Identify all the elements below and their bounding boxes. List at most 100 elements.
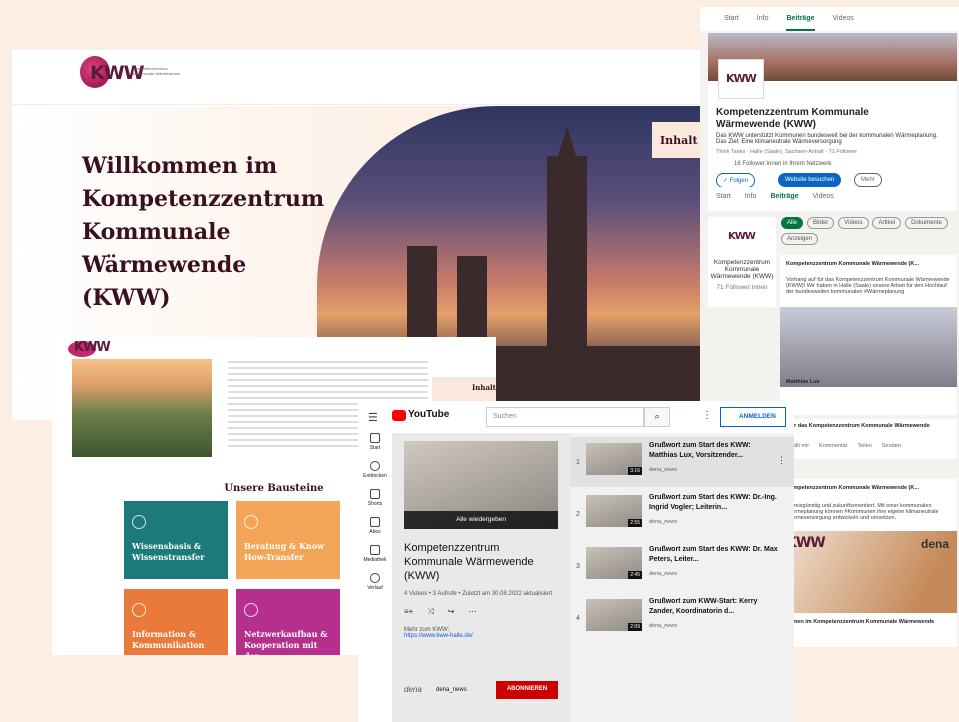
tab-info-2[interactable]: Info: [745, 193, 757, 209]
tab-videos-2[interactable]: Videos: [813, 193, 834, 209]
video-item[interactable]: 3 2:45 Grußwort zum Start des KWW: Dr. Max…: [570, 541, 794, 591]
side-company-name: Kompetenzzentrum Kommunale Wärmewende (K…: [710, 259, 774, 280]
tab-posts[interactable]: Beiträge: [786, 15, 815, 31]
aerial-photo: [72, 359, 212, 457]
linkedin-tabs: Start Info Beiträge Videos: [708, 187, 957, 209]
menu-icon[interactable]: ☰: [368, 411, 378, 424]
filter-pills: Alle Bilder Videos Artikel Dokumente Anz…: [780, 215, 957, 247]
youtube-header: ☰ YouTube Suchen ⌕ ⋮ ANMELDEN: [358, 401, 794, 433]
play-all-button[interactable]: Alle wiedergeben: [404, 511, 558, 529]
video-menu-icon[interactable]: ⋮: [777, 455, 786, 466]
nav-shorts[interactable]: Shorts: [358, 489, 392, 507]
nav-history[interactable]: Verlauf: [358, 573, 392, 591]
video-channel[interactable]: dena_news: [649, 467, 677, 473]
tab-info[interactable]: Info: [757, 15, 769, 31]
filter-images[interactable]: Bilder: [806, 217, 835, 229]
tile-icon: [244, 603, 258, 617]
playlist-thumbnail[interactable]: Alle wiedergeben: [404, 441, 558, 529]
video-item[interactable]: 2 2:55 Grußwort zum Start des KWW: Dr.-Ing…: [570, 489, 794, 539]
history-icon: [370, 573, 380, 583]
filter-all[interactable]: Alle: [781, 217, 804, 229]
video-thumbnail[interactable]: 2:55: [586, 495, 642, 527]
post2-title: komen im Kompetenzzentrum Kommunale Wärm…: [786, 619, 935, 625]
more-icon[interactable]: ⋯: [468, 607, 476, 617]
video-title[interactable]: Grußwort zum Start des KWW: Dr. Max Pete…: [649, 545, 779, 565]
post-card-1: Kompetenzzentrum Kommunale Wärmewende (K…: [780, 255, 957, 415]
channel-name[interactable]: dena_news: [436, 687, 467, 693]
company-logo-text: KWW: [726, 72, 757, 85]
compass-icon: [370, 461, 380, 471]
tab-videos[interactable]: Videos: [833, 15, 854, 31]
website-link[interactable]: https://www.kww-halle.de/: [404, 633, 558, 639]
library-icon: [370, 545, 380, 555]
site-header: KWW Kompetenzzentrum Kommunale Wärmewend…: [12, 50, 702, 105]
subpage-logo[interactable]: KWW: [74, 340, 111, 355]
channel-avatar[interactable]: dena: [404, 685, 422, 694]
shuffle-icon[interactable]: ⤨: [427, 607, 433, 617]
send-button[interactable]: Senden: [882, 443, 901, 449]
search-input[interactable]: Suchen: [486, 407, 644, 427]
video-channel[interactable]: dena_news: [649, 571, 677, 577]
youtube-play-icon[interactable]: [392, 410, 406, 421]
playlist-videos: 1 3:16 Grußwort zum Start des KWW: Matthia…: [570, 433, 794, 722]
playlist-panel: Alle wiedergeben Kompetenzzentrum Kommun…: [392, 433, 570, 722]
toc-box[interactable]: Inhalt: [652, 122, 702, 158]
nav-explore[interactable]: Entdecken: [358, 461, 392, 479]
video-title[interactable]: Grußwort zum Start des KWW: Matthias Lux…: [649, 441, 779, 461]
video-thumbnail[interactable]: 2:45: [586, 547, 642, 579]
video-item[interactable]: 4 2:09 Grußwort zum KWW-Start: Kerry Zande…: [570, 593, 794, 643]
tile-network[interactable]: Netzwerkaufbau & Kooperation mit der: [236, 589, 340, 655]
tile-consulting[interactable]: Beratung & Know How-Transfer: [236, 501, 340, 579]
subscribe-button[interactable]: ABONNIEREN: [496, 681, 558, 699]
company-logo: KWW: [718, 59, 764, 99]
video-channel[interactable]: dena_news: [649, 623, 677, 629]
nav-subscriptions[interactable]: Abos: [358, 517, 392, 535]
playlist-actions: ≡+ ⤨ ↪ ⋯: [404, 607, 558, 617]
network-followers[interactable]: 16 Follower:innen in Ihrem Netzwerk: [734, 161, 831, 167]
video-title[interactable]: Grußwort zum KWW-Start: Kerry Zander, Ko…: [649, 597, 779, 617]
video-thumbnail[interactable]: 3:16: [586, 443, 642, 475]
post-card-2: Kompetenzzentrum Kommunale Wärmewende (K…: [780, 479, 957, 647]
video-title[interactable]: Grußwort zum Start des KWW: Dr.-Ing. Ing…: [649, 493, 779, 513]
tile-information[interactable]: Information & Kommunikation: [124, 589, 228, 655]
post2-image[interactable]: KWW dena: [780, 531, 957, 613]
follow-button[interactable]: ✓ Folgen: [716, 173, 756, 188]
add-queue-icon[interactable]: ≡+: [404, 607, 413, 617]
video-channel[interactable]: dena_news: [649, 519, 677, 525]
tile-label: Netzwerkaufbau & Kooperation mit der: [244, 629, 328, 655]
filter-videos[interactable]: Videos: [838, 217, 869, 229]
post-video-thumbnail[interactable]: [780, 307, 957, 387]
share-button[interactable]: Teilen: [858, 443, 872, 449]
tower-spire: [555, 126, 579, 166]
dena-logo: dena: [920, 537, 949, 551]
video-thumbnail[interactable]: 2:09: [586, 599, 642, 631]
video-item[interactable]: 1 3:16 Grußwort zum Start des KWW: Matthia…: [570, 437, 794, 487]
filter-documents[interactable]: Dokumente: [905, 217, 948, 229]
side-logo: KWW: [728, 231, 756, 242]
tab-start[interactable]: Start: [724, 15, 739, 31]
post-footer: it für das Kompetenzzentrum Kommunale Wä…: [780, 419, 957, 459]
filter-ads[interactable]: Anzeigen: [781, 233, 819, 245]
tab-posts-2[interactable]: Beiträge: [770, 193, 798, 209]
tile-knowledge[interactable]: Wissensbasis & Wissenstransfer: [124, 501, 228, 579]
tile-label: Information & Kommunikation: [132, 629, 205, 650]
comment-button[interactable]: Kommentar: [819, 443, 847, 449]
share-icon[interactable]: ↪: [448, 607, 455, 617]
visit-website-button[interactable]: Website besuchen: [778, 173, 842, 187]
nav-start[interactable]: Start: [358, 433, 392, 451]
company-side-card: KWW Kompetenzzentrum Kommunale Wärmewend…: [708, 217, 776, 307]
post2-text: t, preisgünstig und zukunftsorientiert. …: [786, 503, 939, 521]
filter-articles[interactable]: Artikel: [872, 217, 902, 229]
post-actions: Gefällt mir Kommentar Teilen Senden: [784, 443, 953, 449]
post-author[interactable]: Kompetenzzentrum Kommunale Wärmewende (K…: [786, 261, 951, 267]
subscriptions-icon: [370, 517, 380, 527]
search-icon[interactable]: ⌕: [644, 407, 670, 427]
post2-author[interactable]: Kompetenzzentrum Kommunale Wärmewende (K…: [786, 485, 951, 491]
sign-in-button[interactable]: ANMELDEN: [720, 407, 786, 427]
settings-dots-icon[interactable]: ⋮: [702, 410, 712, 421]
tab-start-2[interactable]: Start: [716, 193, 731, 209]
more-button[interactable]: Mehr: [854, 173, 882, 187]
nav-library[interactable]: Mediathek: [358, 545, 392, 563]
company-description: Das KWW unterstützt Kommunen bundesweit …: [716, 133, 938, 145]
youtube-logo[interactable]: YouTube: [408, 409, 449, 420]
